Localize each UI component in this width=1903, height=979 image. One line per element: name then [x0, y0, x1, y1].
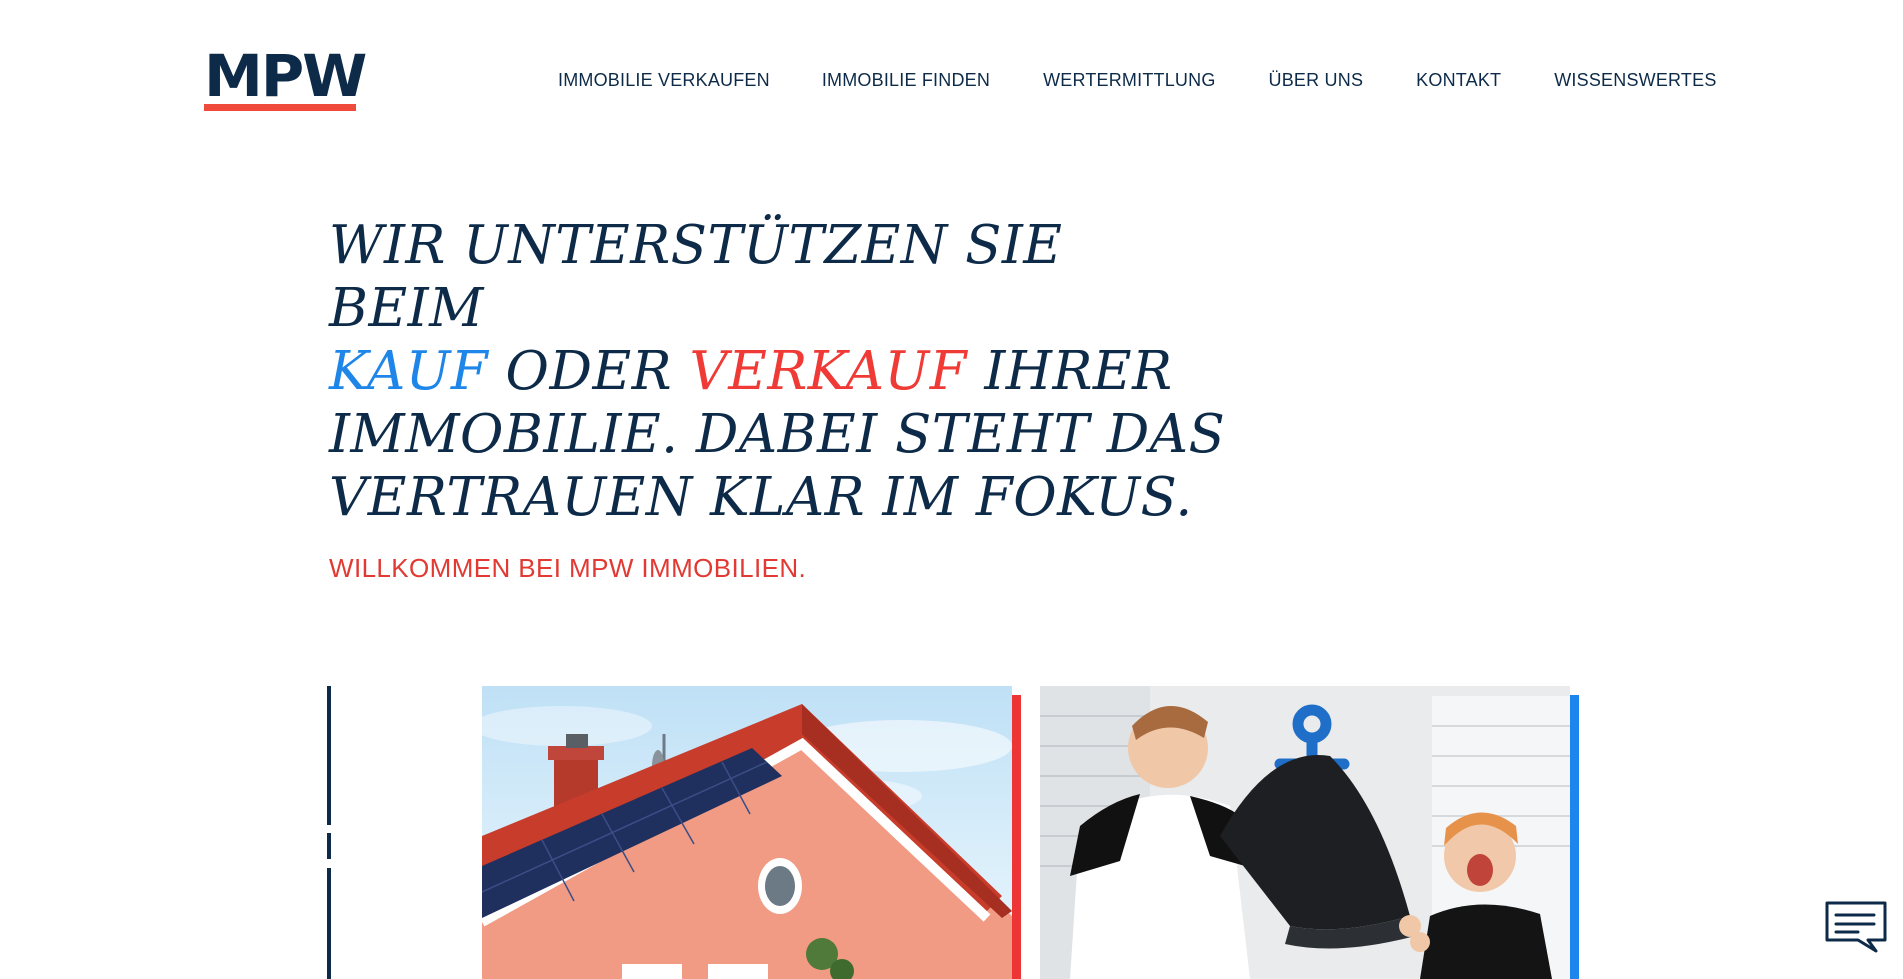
decorative-line [327, 868, 331, 979]
house-image-card[interactable] [482, 686, 1012, 979]
hero-heading: Wir unterstützen Sie beim Kauf oder Verk… [329, 214, 1229, 529]
logo-text: MPW [204, 42, 367, 110]
hero-heading-verkauf: Verkauf [689, 341, 967, 402]
logo-underline [204, 104, 356, 111]
nav-immobilie-verkaufen[interactable]: IMMOBILIE VERKAUFEN [558, 70, 770, 91]
card-accent-blue [1570, 695, 1579, 979]
decorative-line [327, 686, 331, 825]
hero-section: Wir unterstützen Sie beim Kauf oder Verk… [329, 214, 1229, 584]
nav-wertermittlung[interactable]: WERTERMITTLUNG [1043, 70, 1215, 91]
chat-button[interactable] [1824, 900, 1888, 954]
nav-wissenswertes[interactable]: WISSENSWERTES [1554, 70, 1716, 91]
decorative-line [327, 833, 331, 859]
nav-kontakt[interactable]: KONTAKT [1416, 70, 1501, 91]
kids-illustration [1040, 686, 1570, 979]
logo[interactable]: MPW [204, 42, 367, 112]
nav-ueber-uns[interactable]: ÜBER UNS [1269, 70, 1364, 91]
house-illustration [482, 704, 1012, 979]
hero-heading-kauf: Kauf [329, 341, 489, 402]
hero-subheading: WILLKOMMEN BEI MPW IMMOBILIEN. [329, 553, 807, 583]
main-nav: IMMOBILIE VERKAUFEN IMMOBILIE FINDEN WER… [558, 70, 1717, 91]
card-accent-red [1012, 695, 1021, 979]
nav-immobilie-finden[interactable]: IMMOBILIE FINDEN [822, 70, 990, 91]
hero-heading-part1: Wir unterstützen Sie beim [329, 215, 1063, 339]
kids-image-card[interactable] [1040, 686, 1570, 979]
chat-bubble-icon [1825, 901, 1887, 953]
hero-heading-oder: oder [505, 341, 673, 402]
